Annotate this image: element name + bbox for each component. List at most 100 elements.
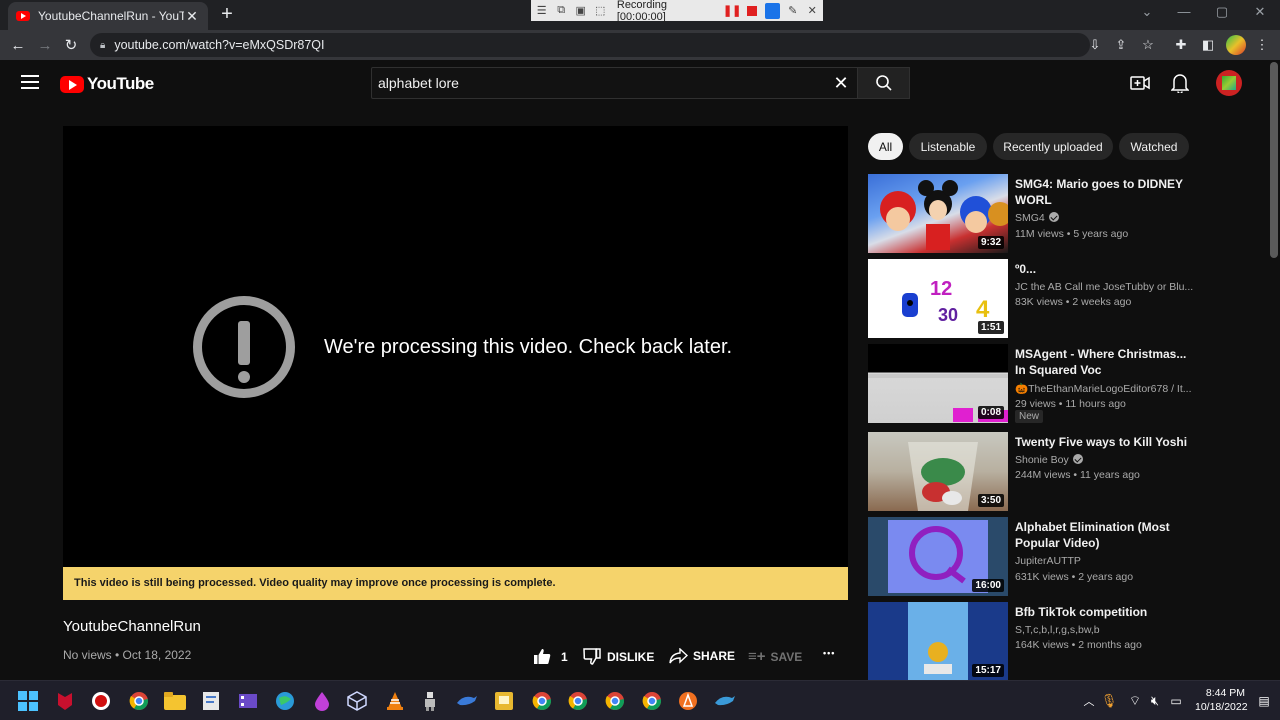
video-thumbnail[interactable]: 0:08: [868, 344, 1008, 423]
chip-recently-uploaded[interactable]: Recently uploaded: [993, 133, 1113, 160]
notes-app-icon[interactable]: [492, 689, 516, 713]
dolphin-app-icon[interactable]: [455, 689, 479, 713]
channel-name[interactable]: SMG4: [1015, 212, 1195, 224]
browser-tab[interactable]: YoutubeChannelRun - YouTube ✕: [8, 2, 208, 30]
maximize-icon[interactable]: ▢: [1212, 4, 1232, 20]
minimize-icon[interactable]: —: [1174, 4, 1194, 19]
stop-button[interactable]: [745, 4, 758, 18]
chrome-taskbar-icon[interactable]: [127, 689, 151, 713]
new-tab-button[interactable]: +: [216, 4, 238, 24]
processing-alert-icon: [193, 296, 295, 398]
video-thumbnail[interactable]: 16:00: [868, 517, 1008, 596]
chrome-taskbar-icon-3[interactable]: [566, 689, 590, 713]
channel-name[interactable]: 🎃TheEthanMarieLogoEditor678 / It...: [1015, 382, 1195, 395]
create-video-icon[interactable]: [1128, 72, 1152, 94]
guide-menu-icon[interactable]: [21, 75, 39, 89]
drop-app-icon[interactable]: [310, 689, 334, 713]
extensions-puzzle-icon[interactable]: ✚: [1172, 36, 1190, 54]
side-panel-icon[interactable]: ◧: [1199, 36, 1217, 54]
webcam-icon[interactable]: [764, 2, 781, 19]
channel-name[interactable]: Shonie Boy: [1015, 454, 1195, 466]
video-title[interactable]: º0...: [1015, 261, 1195, 277]
video-thumbnail[interactable]: 12 30 4 1:51: [868, 259, 1008, 338]
window-close-icon[interactable]: ✕: [1250, 4, 1270, 20]
menu-icon[interactable]: ☰: [535, 4, 548, 18]
video-duration: 1:51: [977, 321, 1004, 334]
pause-icon[interactable]: ❚❚: [723, 4, 741, 18]
clear-search-icon[interactable]: ✕: [830, 72, 852, 94]
video-editor-icon[interactable]: [236, 689, 260, 713]
recommended-video[interactable]: 12 30 4 1:51 º0... JC the AB Call me Jos…: [868, 259, 1263, 339]
video-thumbnail[interactable]: 9:32: [868, 174, 1008, 253]
chrome-menu-icon[interactable]: ⋮: [1253, 36, 1271, 54]
windows-taskbar: ︿ 🎙︎ ⌔ 🔇︎ ▭ 8:44 PM 10/18/2022 ▤: [0, 680, 1280, 720]
tab-search-chevron-icon[interactable]: ⌄: [1137, 4, 1157, 20]
recommended-video[interactable]: 15:17 Bfb TikTok competition S,T,c,b,l,r…: [868, 602, 1263, 682]
chrome-profile-avatar[interactable]: [1226, 35, 1246, 55]
recommended-video[interactable]: 16:00 Alphabet Elimination (Most Popular…: [868, 517, 1263, 597]
chip-all[interactable]: All: [868, 133, 903, 160]
record-app-icon[interactable]: [89, 689, 113, 713]
forward-arrow-icon[interactable]: →: [35, 35, 55, 55]
orange-app-icon[interactable]: [676, 689, 700, 713]
recommended-video[interactable]: 3:50 Twenty Five ways to Kill Yoshi Shon…: [868, 432, 1263, 512]
windows-start-icon[interactable]: [16, 689, 40, 713]
chrome-taskbar-icon-4[interactable]: [603, 689, 627, 713]
page-scrollbar[interactable]: [1268, 60, 1280, 680]
address-bar[interactable]: 🔒︎ youtube.com/watch?v=eMxQSDr87QI: [90, 33, 1090, 57]
video-thumbnail[interactable]: 3:50: [868, 432, 1008, 511]
window-mode-icon[interactable]: ⧉: [554, 4, 567, 18]
install-app-icon[interactable]: ⇩: [1086, 36, 1104, 54]
channel-name[interactable]: S,T,c,b,l,r,g,s,bw,b: [1015, 624, 1195, 636]
save-button[interactable]: ≡+ SAVE: [748, 648, 802, 665]
video-title[interactable]: Alphabet Elimination (Most Popular Video…: [1015, 519, 1195, 551]
video-title[interactable]: Twenty Five ways to Kill Yoshi: [1015, 434, 1195, 450]
chip-watched[interactable]: Watched: [1119, 133, 1189, 160]
search-button[interactable]: [857, 67, 910, 99]
reload-icon[interactable]: ↻: [61, 35, 81, 55]
recorder-close-icon[interactable]: ✕: [806, 4, 819, 18]
camera-icon[interactable]: ▣: [574, 4, 587, 18]
chrome-taskbar-icon-5[interactable]: [640, 689, 664, 713]
youtube-logo[interactable]: YouTube: [60, 74, 154, 94]
microphone-icon[interactable]: 🎙︎: [1097, 689, 1121, 713]
notepad-icon[interactable]: [199, 689, 223, 713]
app-figure-icon[interactable]: [418, 689, 442, 713]
channel-name[interactable]: JupiterAUTTP: [1015, 555, 1195, 567]
svg-text:4: 4: [976, 296, 990, 323]
video-title[interactable]: MSAgent - Where Christmas... In Squared …: [1015, 346, 1195, 378]
video-title[interactable]: Bfb TikTok competition: [1015, 604, 1195, 620]
notification-center-icon[interactable]: ▤: [1252, 689, 1276, 713]
file-explorer-icon[interactable]: [163, 689, 187, 713]
video-title[interactable]: SMG4: Mario goes to DIDNEY WORL: [1015, 176, 1195, 208]
search-input[interactable]: alphabet lore: [371, 67, 858, 99]
chrome-taskbar-icon-2[interactable]: [530, 689, 554, 713]
url-text: youtube.com/watch?v=eMxQSDr87QI: [114, 38, 325, 52]
channel-name[interactable]: JC the AB Call me JoseTubby or Blu...: [1015, 281, 1195, 293]
account-avatar[interactable]: [1216, 70, 1242, 96]
vlc-icon[interactable]: [383, 689, 407, 713]
tab-close-icon[interactable]: ✕: [184, 8, 200, 25]
recommended-video[interactable]: 9:32 SMG4: Mario goes to DIDNEY WORL SMG…: [868, 174, 1263, 254]
mcafee-icon[interactable]: [53, 689, 77, 713]
recommended-video[interactable]: 0:08 MSAgent - Where Christmas... In Squ…: [868, 344, 1263, 424]
share-button[interactable]: SHARE: [669, 648, 735, 664]
video-thumbnail[interactable]: 15:17: [868, 602, 1008, 681]
video-player[interactable]: We're processing this video. Check back …: [63, 126, 848, 567]
chip-listenable[interactable]: Listenable: [909, 133, 987, 160]
dolphin-app-icon-2[interactable]: [713, 689, 737, 713]
virtualbox-icon[interactable]: [345, 689, 369, 713]
battery-icon[interactable]: ▭: [1164, 689, 1188, 713]
dislike-button[interactable]: DISLIKE: [583, 648, 654, 665]
region-icon[interactable]: ⬚: [593, 4, 606, 18]
back-arrow-icon[interactable]: ←: [8, 35, 28, 55]
like-button[interactable]: 1: [533, 648, 568, 665]
notifications-bell-icon[interactable]: [1168, 72, 1192, 94]
globe-app-icon[interactable]: [273, 689, 297, 713]
share-page-icon[interactable]: ⇪: [1112, 36, 1130, 54]
more-actions-icon[interactable]: •••: [823, 648, 835, 658]
pen-icon[interactable]: ✎: [786, 4, 799, 18]
bookmark-star-icon[interactable]: ☆: [1139, 36, 1157, 54]
taskbar-clock[interactable]: 8:44 PM 10/18/2022: [1195, 686, 1248, 714]
scrollbar-thumb[interactable]: [1270, 62, 1278, 258]
